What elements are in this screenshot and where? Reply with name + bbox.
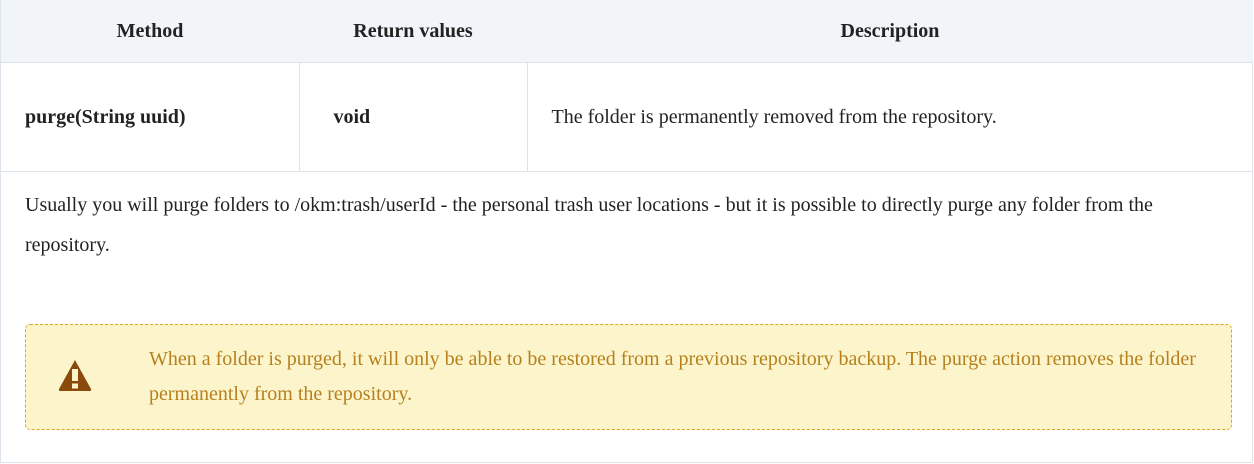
method-description: The folder is permanently removed from t… <box>526 62 1253 172</box>
method-table: Method Return values Description purge(S… <box>1 0 1253 172</box>
documentation-section: Method Return values Description purge(S… <box>0 0 1253 463</box>
return-value: void <box>298 62 527 172</box>
header-description: Description <box>527 0 1253 63</box>
header-method: Method <box>1 0 299 63</box>
purge-explanation-paragraph: Usually you will purge folders to /okm:t… <box>25 194 1153 256</box>
warning-triangle-icon <box>58 360 92 391</box>
header-return-values: Return values <box>299 0 527 63</box>
warning-text: When a folder is purged, it will only be… <box>149 348 1196 405</box>
table-header-row: Method Return values Description <box>1 0 1253 63</box>
method-signature: purge(String uuid) <box>1 62 299 172</box>
table-row: purge(String uuid) void The folder is pe… <box>1 62 1253 172</box>
warning-callout: When a folder is purged, it will only be… <box>25 324 1232 430</box>
